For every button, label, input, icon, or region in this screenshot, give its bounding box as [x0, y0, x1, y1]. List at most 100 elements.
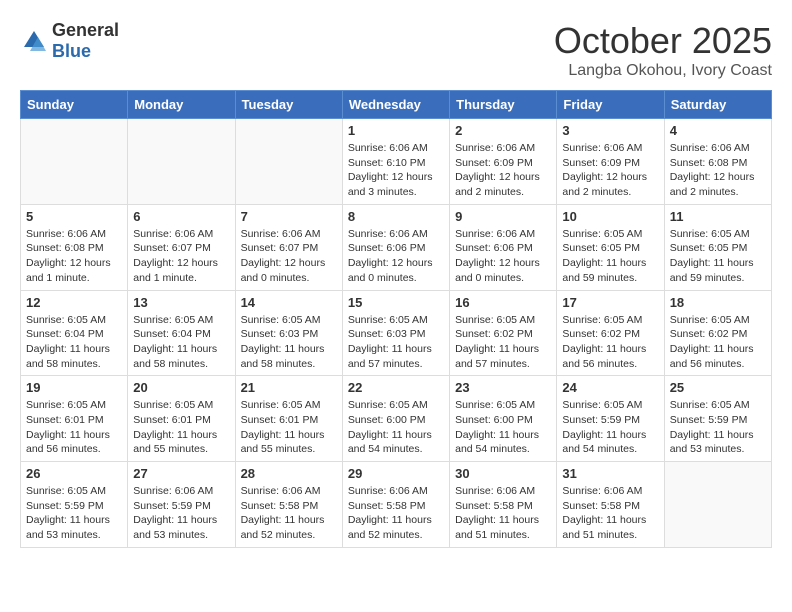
calendar-week-row: 12 Sunrise: 6:05 AM Sunset: 6:04 PM Dayli…: [21, 290, 772, 376]
day-number: 12: [26, 295, 122, 310]
day-info: Sunrise: 6:05 AM Sunset: 6:04 PM Dayligh…: [133, 313, 229, 372]
day-number: 27: [133, 466, 229, 481]
day-number: 15: [348, 295, 444, 310]
day-number: 6: [133, 209, 229, 224]
day-number: 28: [241, 466, 337, 481]
day-number: 30: [455, 466, 551, 481]
day-info: Sunrise: 6:06 AM Sunset: 6:09 PM Dayligh…: [455, 141, 551, 200]
day-info: Sunrise: 6:05 AM Sunset: 6:00 PM Dayligh…: [455, 398, 551, 457]
table-row: 9Sunrise: 6:06 AM Sunset: 6:06 PM Daylig…: [450, 204, 557, 290]
calendar-week-row: 1 Sunrise: 6:06 AM Sunset: 6:10 PM Daylig…: [21, 119, 772, 205]
day-number: 11: [670, 209, 766, 224]
day-of-week-header: Tuesday: [235, 91, 342, 119]
day-info: Sunrise: 6:05 AM Sunset: 6:04 PM Dayligh…: [26, 313, 122, 372]
table-row: 20Sunrise: 6:05 AM Sunset: 6:01 PM Dayli…: [128, 376, 235, 462]
day-info: Sunrise: 6:06 AM Sunset: 6:06 PM Dayligh…: [348, 227, 444, 286]
day-info: Sunrise: 6:06 AM Sunset: 5:58 PM Dayligh…: [455, 484, 551, 543]
day-info: Sunrise: 6:05 AM Sunset: 6:01 PM Dayligh…: [26, 398, 122, 457]
day-number: 29: [348, 466, 444, 481]
month-title: October 2025: [554, 20, 772, 62]
day-of-week-header: Sunday: [21, 91, 128, 119]
day-number: 1: [348, 123, 444, 138]
day-number: 23: [455, 380, 551, 395]
day-number: 8: [348, 209, 444, 224]
table-row: 5 Sunrise: 6:06 AM Sunset: 6:08 PM Daylig…: [21, 204, 128, 290]
table-row: 30 Sunrise: 6:06 AM Sunset: 5:58 PM Dayli…: [450, 462, 557, 548]
day-info: Sunrise: 6:06 AM Sunset: 6:08 PM Dayligh…: [670, 141, 766, 200]
table-row: 28 Sunrise: 6:06 AM Sunset: 5:58 PM Dayli…: [235, 462, 342, 548]
day-number: 31: [562, 466, 658, 481]
table-row: 11 Sunrise: 6:05 AM Sunset: 6:05 PM Dayli…: [664, 204, 771, 290]
day-info: Sunrise: 6:05 AM Sunset: 6:05 PM Dayligh…: [670, 227, 766, 286]
day-number: 4: [670, 123, 766, 138]
title-block: October 2025 Langba Okohou, Ivory Coast: [554, 20, 772, 80]
day-of-week-header: Wednesday: [342, 91, 449, 119]
table-row: 27 Sunrise: 6:06 AM Sunset: 5:59 PM Dayli…: [128, 462, 235, 548]
table-row: 7Sunrise: 6:06 AM Sunset: 6:07 PM Daylig…: [235, 204, 342, 290]
table-row: 19 Sunrise: 6:05 AM Sunset: 6:01 PM Dayli…: [21, 376, 128, 462]
day-number: 24: [562, 380, 658, 395]
table-row: 3 Sunrise: 6:06 AM Sunset: 6:09 PM Daylig…: [557, 119, 664, 205]
table-row: 4 Sunrise: 6:06 AM Sunset: 6:08 PM Daylig…: [664, 119, 771, 205]
day-number: 2: [455, 123, 551, 138]
day-number: 26: [26, 466, 122, 481]
table-row: 10Sunrise: 6:05 AM Sunset: 6:05 PM Dayli…: [557, 204, 664, 290]
table-row: 6 Sunrise: 6:06 AM Sunset: 6:07 PM Daylig…: [128, 204, 235, 290]
day-info: Sunrise: 6:06 AM Sunset: 5:58 PM Dayligh…: [241, 484, 337, 543]
calendar-header-row: SundayMondayTuesdayWednesdayThursdayFrid…: [21, 91, 772, 119]
day-info: Sunrise: 6:05 AM Sunset: 6:02 PM Dayligh…: [562, 313, 658, 372]
location: Langba Okohou, Ivory Coast: [554, 62, 772, 80]
table-row: 31 Sunrise: 6:06 AM Sunset: 5:58 PM Dayli…: [557, 462, 664, 548]
logo-icon: [20, 27, 48, 55]
table-row: 2 Sunrise: 6:06 AM Sunset: 6:09 PM Daylig…: [450, 119, 557, 205]
day-info: Sunrise: 6:05 AM Sunset: 5:59 PM Dayligh…: [26, 484, 122, 543]
day-of-week-header: Saturday: [664, 91, 771, 119]
calendar-week-row: 19 Sunrise: 6:05 AM Sunset: 6:01 PM Dayli…: [21, 376, 772, 462]
day-number: 19: [26, 380, 122, 395]
table-row: 17 Sunrise: 6:05 AM Sunset: 6:02 PM Dayli…: [557, 290, 664, 376]
day-info: Sunrise: 6:06 AM Sunset: 5:58 PM Dayligh…: [348, 484, 444, 543]
day-number: 20: [133, 380, 229, 395]
table-row: [21, 119, 128, 205]
day-info: Sunrise: 6:06 AM Sunset: 6:09 PM Dayligh…: [562, 141, 658, 200]
table-row: 21Sunrise: 6:05 AM Sunset: 6:01 PM Dayli…: [235, 376, 342, 462]
calendar: SundayMondayTuesdayWednesdayThursdayFrid…: [20, 90, 772, 548]
day-info: Sunrise: 6:06 AM Sunset: 5:58 PM Dayligh…: [562, 484, 658, 543]
day-info: Sunrise: 6:06 AM Sunset: 6:08 PM Dayligh…: [26, 227, 122, 286]
day-number: 17: [562, 295, 658, 310]
day-info: Sunrise: 6:05 AM Sunset: 6:03 PM Dayligh…: [348, 313, 444, 372]
day-info: Sunrise: 6:06 AM Sunset: 5:59 PM Dayligh…: [133, 484, 229, 543]
table-row: 29 Sunrise: 6:06 AM Sunset: 5:58 PM Dayli…: [342, 462, 449, 548]
calendar-week-row: 5 Sunrise: 6:06 AM Sunset: 6:08 PM Daylig…: [21, 204, 772, 290]
day-number: 21: [241, 380, 337, 395]
table-row: 24Sunrise: 6:05 AM Sunset: 5:59 PM Dayli…: [557, 376, 664, 462]
logo-blue: Blue: [52, 41, 119, 62]
table-row: 13 Sunrise: 6:05 AM Sunset: 6:04 PM Dayli…: [128, 290, 235, 376]
table-row: 22Sunrise: 6:05 AM Sunset: 6:00 PM Dayli…: [342, 376, 449, 462]
logo-general: General: [52, 20, 119, 41]
table-row: [664, 462, 771, 548]
calendar-week-row: 26 Sunrise: 6:05 AM Sunset: 5:59 PM Dayli…: [21, 462, 772, 548]
day-info: Sunrise: 6:06 AM Sunset: 6:10 PM Dayligh…: [348, 141, 444, 200]
day-of-week-header: Monday: [128, 91, 235, 119]
table-row: 23 Sunrise: 6:05 AM Sunset: 6:00 PM Dayli…: [450, 376, 557, 462]
table-row: 16Sunrise: 6:05 AM Sunset: 6:02 PM Dayli…: [450, 290, 557, 376]
day-info: Sunrise: 6:05 AM Sunset: 6:05 PM Dayligh…: [562, 227, 658, 286]
day-number: 13: [133, 295, 229, 310]
table-row: 26 Sunrise: 6:05 AM Sunset: 5:59 PM Dayli…: [21, 462, 128, 548]
day-number: 25: [670, 380, 766, 395]
day-info: Sunrise: 6:05 AM Sunset: 5:59 PM Dayligh…: [670, 398, 766, 457]
day-info: Sunrise: 6:06 AM Sunset: 6:07 PM Dayligh…: [133, 227, 229, 286]
table-row: [235, 119, 342, 205]
day-number: 3: [562, 123, 658, 138]
table-row: 15 Sunrise: 6:05 AM Sunset: 6:03 PM Dayli…: [342, 290, 449, 376]
day-of-week-header: Thursday: [450, 91, 557, 119]
day-of-week-header: Friday: [557, 91, 664, 119]
day-number: 14: [241, 295, 337, 310]
table-row: 25 Sunrise: 6:05 AM Sunset: 5:59 PM Dayli…: [664, 376, 771, 462]
day-number: 5: [26, 209, 122, 224]
table-row: 1 Sunrise: 6:06 AM Sunset: 6:10 PM Daylig…: [342, 119, 449, 205]
table-row: [128, 119, 235, 205]
day-number: 9: [455, 209, 551, 224]
day-number: 16: [455, 295, 551, 310]
